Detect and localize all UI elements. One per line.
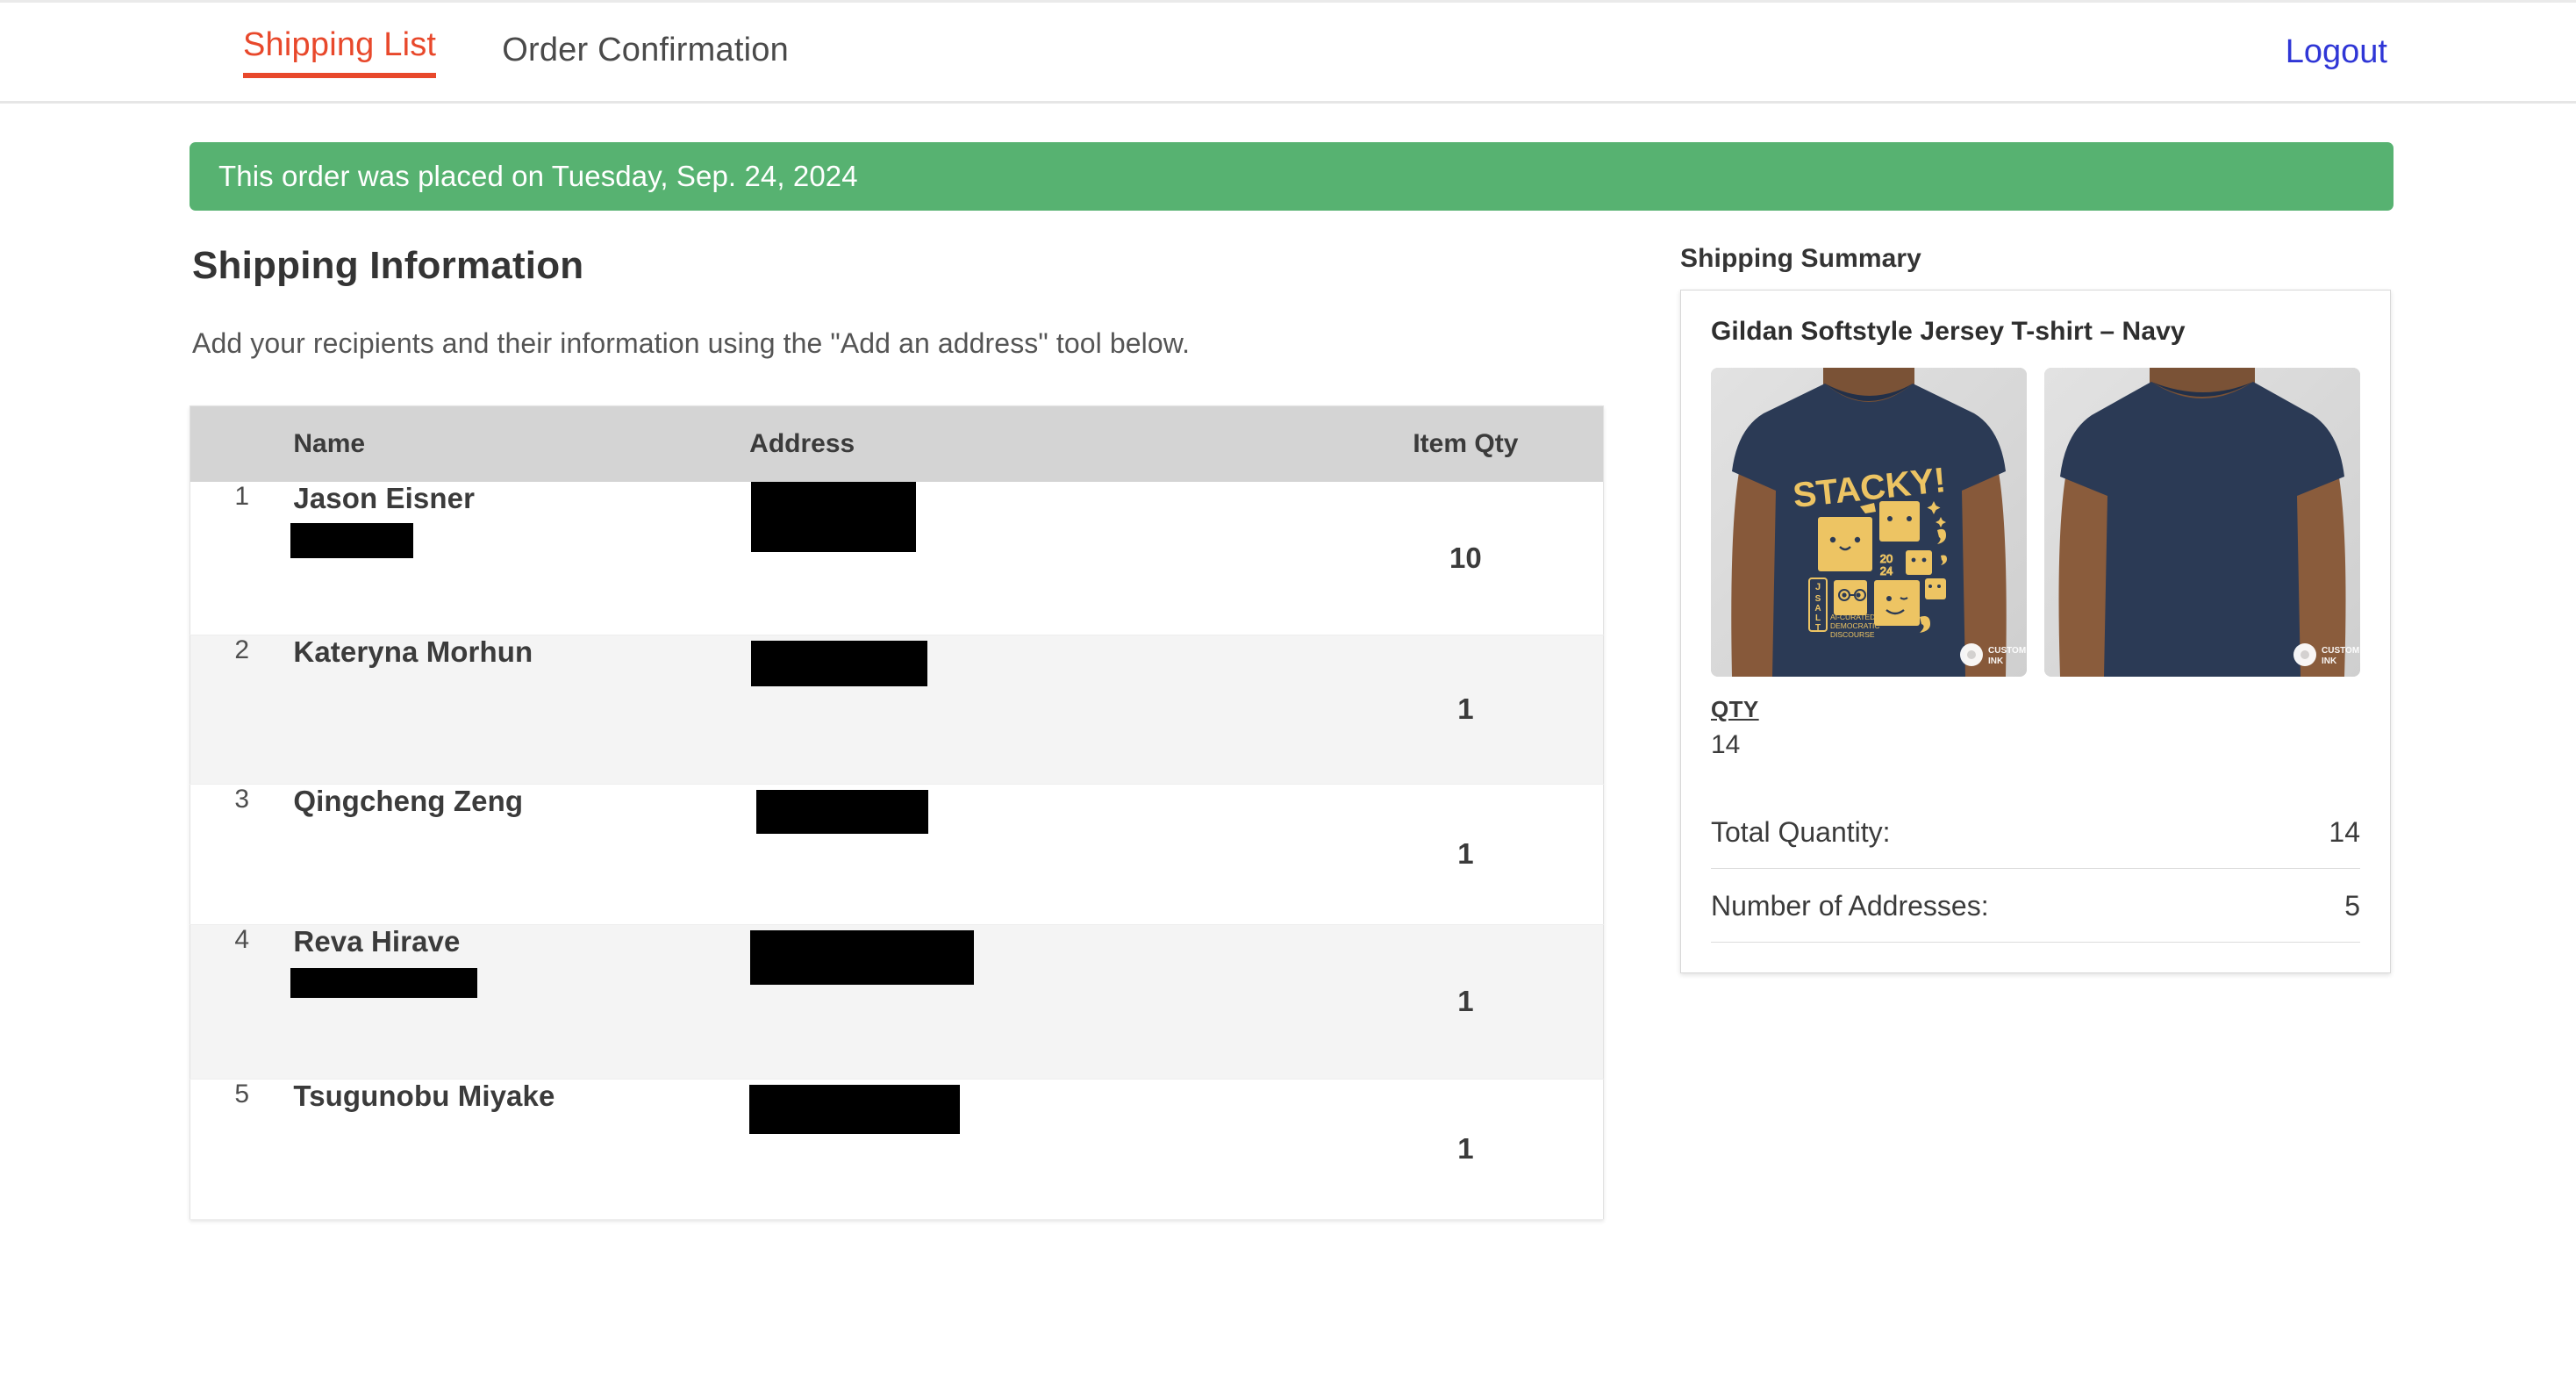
redacted-address-bar — [751, 640, 928, 686]
row-name-cell: Qingcheng Zeng — [293, 784, 749, 924]
svg-text:L: L — [1815, 613, 1821, 623]
redacted-address-bar — [751, 482, 917, 552]
table-row[interactable]: 1 Jason Eisner 10 — [190, 482, 1604, 635]
order-placed-banner-text: This order was placed on Tuesday, Sep. 2… — [218, 160, 858, 192]
svg-text:DEMOCRATIC: DEMOCRATIC — [1830, 621, 1880, 630]
product-image-front[interactable]: STACKY! 20 24 J S A L T AI-CURATED DEMOC… — [1711, 368, 2027, 677]
row-index: 4 — [234, 924, 250, 954]
table-row[interactable]: 2 Kateryna Morhun 1 — [190, 635, 1604, 784]
redacted-email-bar — [290, 523, 414, 558]
row-index: 2 — [234, 635, 250, 664]
recipient-name: Reva Hirave — [293, 924, 461, 958]
page-title: Shipping Information — [192, 244, 584, 287]
total-quantity-label: Total Quantity: — [1711, 816, 1891, 848]
svg-text:S: S — [1815, 594, 1821, 604]
top-navigation-bar: Shipping List Order Confirmation Logout — [0, 0, 2576, 104]
svg-text:20: 20 — [1880, 552, 1893, 565]
row-address-cell — [749, 1079, 1328, 1219]
number-of-addresses-value: 5 — [2344, 890, 2360, 922]
row-item-qty: 1 — [1457, 837, 1474, 870]
svg-text:INK: INK — [2322, 656, 2337, 666]
recipient-name: Kateryna Morhun — [293, 635, 533, 668]
row-name-cell: Jason Eisner — [290, 482, 749, 635]
svg-text:24: 24 — [1880, 564, 1893, 578]
column-header-name: Name — [293, 405, 750, 482]
row-index: 5 — [234, 1079, 250, 1108]
table-row[interactable]: 3 Qingcheng Zeng 1 — [190, 784, 1604, 924]
tshirt-back-illustration: CUSTOM INK — [2044, 368, 2360, 677]
svg-text:CUSTOM: CUSTOM — [2322, 646, 2359, 656]
row-address-cell — [749, 482, 1328, 635]
number-of-addresses-label: Number of Addresses: — [1711, 890, 1989, 922]
row-name-cell: Kateryna Morhun — [293, 635, 749, 784]
logout-link[interactable]: Logout — [2286, 33, 2387, 70]
nav-tab-group: Shipping List Order Confirmation — [243, 26, 789, 78]
shipping-summary-section: Shipping Summary Gildan Softstyle Jersey… — [1680, 244, 2391, 973]
column-header-item-qty: Item Qty — [1327, 405, 1604, 482]
tab-shipping-list[interactable]: Shipping List — [243, 26, 437, 78]
row-item-qty: 10 — [1449, 541, 1482, 574]
recipient-name: Tsugunobu Miyake — [293, 1079, 555, 1112]
shipping-summary-card: Gildan Softstyle Jersey T-shirt – Navy S… — [1680, 290, 2391, 973]
svg-text:J: J — [1815, 582, 1821, 592]
row-item-qty: 1 — [1457, 1132, 1474, 1165]
table-body: 1 Jason Eisner 10 2 Kateryna Morhun 1 3 … — [190, 482, 1604, 1219]
product-qty-block: QTY 14 — [1711, 696, 2360, 760]
svg-text:CUSTOM: CUSTOM — [1988, 646, 2026, 656]
qty-value: 14 — [1711, 730, 1741, 759]
table-header-row: Name Address Item Qty — [190, 405, 1604, 482]
table-header: Name Address Item Qty — [190, 405, 1604, 482]
redacted-address-bar — [750, 929, 975, 985]
recipient-name: Qingcheng Zeng — [293, 784, 524, 817]
total-quantity-value: 14 — [2329, 816, 2360, 848]
number-of-addresses-row: Number of Addresses: 5 — [1711, 869, 2360, 943]
svg-text:DISCOURSE: DISCOURSE — [1830, 630, 1875, 639]
table-row[interactable]: 5 Tsugunobu Miyake 1 — [190, 1079, 1604, 1219]
total-quantity-row: Total Quantity: 14 — [1711, 813, 2360, 869]
recipient-name: Jason Eisner — [293, 482, 476, 514]
row-address-cell — [749, 784, 1328, 924]
row-name-cell: Reva Hirave — [290, 924, 749, 1079]
product-name: Gildan Softstyle Jersey T-shirt – Navy — [1711, 317, 2186, 346]
table-row[interactable]: 4 Reva Hirave 1 — [190, 924, 1604, 1079]
svg-text:T: T — [1815, 623, 1821, 633]
row-address-cell — [749, 924, 1328, 1079]
row-address-cell — [749, 635, 1328, 784]
page-subtitle: Add your recipients and their informatio… — [192, 327, 1191, 359]
row-name-cell: Tsugunobu Miyake — [293, 1079, 749, 1219]
svg-text:A: A — [1814, 604, 1821, 613]
product-image-back[interactable]: CUSTOM INK — [2044, 368, 2360, 677]
product-image-gallery: STACKY! 20 24 J S A L T AI-CURATED DEMOC… — [1711, 368, 2360, 677]
row-index: 3 — [234, 784, 250, 814]
svg-text:INK: INK — [1988, 656, 2004, 666]
nav-right-group: Logout — [2286, 33, 2387, 71]
row-item-qty: 1 — [1457, 692, 1474, 725]
row-index: 1 — [234, 482, 250, 511]
tshirt-front-illustration: STACKY! 20 24 J S A L T AI-CURATED DEMOC… — [1711, 368, 2027, 677]
shipping-information-section: Shipping Information Add your recipients… — [190, 244, 1604, 1220]
redacted-email-bar — [290, 967, 478, 998]
order-placed-banner: This order was placed on Tuesday, Sep. 2… — [190, 142, 2394, 211]
row-item-qty: 1 — [1457, 985, 1474, 1017]
redacted-address-bar — [749, 1084, 961, 1134]
shipping-list-table: Name Address Item Qty 1 Jason Eisner 10 … — [190, 405, 1604, 1220]
svg-text:AI-CURATED: AI-CURATED — [1830, 613, 1875, 621]
redacted-address-bar — [756, 789, 929, 834]
column-header-address: Address — [749, 405, 1328, 482]
qty-label: QTY — [1711, 696, 1759, 722]
column-header-index — [190, 405, 294, 482]
summary-totals: Total Quantity: 14 Number of Addresses: … — [1711, 813, 2360, 943]
tab-order-confirmation[interactable]: Order Confirmation — [502, 32, 789, 73]
shipping-summary-title: Shipping Summary — [1680, 244, 1921, 273]
